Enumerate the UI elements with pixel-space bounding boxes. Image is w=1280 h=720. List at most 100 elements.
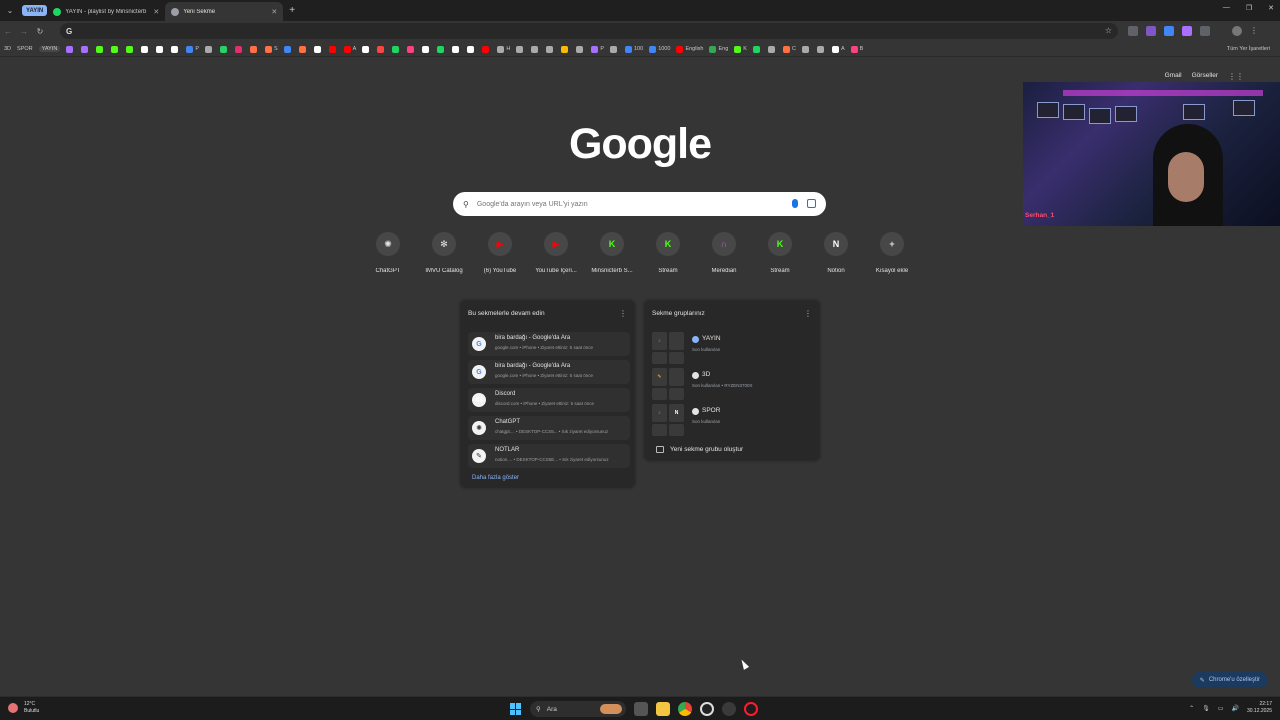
bookmark-item[interactable] [752,45,762,53]
extension-icon[interactable] [1128,26,1138,36]
bookmark-item[interactable] [546,45,555,53]
bookmark-item[interactable] [111,45,120,53]
bookmark-item[interactable] [516,45,525,53]
bookmark-item[interactable] [407,45,416,53]
tab-group-chip[interactable]: YAYIN [22,5,48,16]
bookmark-item[interactable] [437,45,446,53]
chrome-icon[interactable] [678,702,692,716]
minimize-icon[interactable]: — [1223,4,1230,12]
address-bar[interactable]: G ☆ [60,23,1118,39]
bookmark-item[interactable]: A [831,45,845,53]
tab-group-row[interactable]: ♪ YAYIN Son kullanılan [652,332,816,364]
menu-dots-icon[interactable]: ⋮ [1250,26,1260,36]
shortcut-tile[interactable]: ▶ YouTube İçeri... [528,232,584,274]
microphone-icon[interactable]: 🎙 [1202,705,1210,712]
file-explorer-icon[interactable] [656,702,670,716]
bookmark-item[interactable] [422,45,431,53]
bookmark-item[interactable] [392,45,401,53]
bookmark-item[interactable]: K [734,45,747,53]
bookmark-item[interactable]: 100 [625,45,643,53]
shortcut-tile[interactable]: ∩ Meredian [696,232,752,274]
bookmark-item[interactable] [452,45,461,53]
bookmark-item[interactable] [298,45,308,53]
shortcut-tile[interactable]: ✻ IMVU Catalog [416,232,472,274]
bookmark-star-icon[interactable]: ☆ [1105,26,1112,35]
bookmark-item[interactable]: 1000 [649,45,670,53]
bookmark-item[interactable]: S [265,45,278,53]
bookmark-item[interactable] [141,45,150,53]
shortcut-tile[interactable]: ▶ (6) YouTube [472,232,528,274]
recent-tab-row[interactable]: Gbira bardağı - Google'da Ara google.com … [468,360,630,384]
shortcut-tile[interactable]: K Stream [640,232,696,274]
recent-tab-row[interactable]: 43 Discord discord.com • iPhone • Ziyaret … [468,388,630,412]
bookmark-item[interactable] [283,45,293,53]
bookmark-item[interactable] [482,45,491,53]
bookmark-item[interactable]: P [186,45,199,53]
tab-group-row[interactable]: ✎ 3D Son kullanılan • RYZEN3700X [652,368,816,400]
bookmark-item[interactable] [126,45,135,53]
bookmark-item[interactable] [313,45,323,53]
task-view-icon[interactable] [634,702,648,716]
bookmark-item[interactable]: B [850,45,863,53]
bookmark-item[interactable] [156,45,165,53]
bookmark-item[interactable] [377,45,386,53]
bookmark-item[interactable]: H [497,45,510,53]
reload-icon[interactable]: ↻ [32,27,48,36]
bookmark-item[interactable] [220,45,229,53]
volume-icon[interactable]: 🔊 [1231,705,1238,712]
extension-icon[interactable] [1164,26,1174,36]
windows-start-icon[interactable] [510,703,522,715]
bookmark-item[interactable]: P [591,45,604,53]
close-icon[interactable]: ✕ [271,8,277,16]
bookmark-item[interactable] [171,45,180,53]
bookmark-item[interactable]: A [343,45,356,53]
new-tab-group-button[interactable]: Yeni sekme grubu oluştur [656,446,743,453]
recent-tab-row[interactable]: Gbira bardağı - Google'da Ara google.com … [468,332,630,356]
profile-avatar[interactable] [1232,26,1242,36]
close-icon[interactable]: ✕ [153,8,159,16]
chevron-up-icon[interactable]: ⌃ [1189,705,1194,712]
bookmark-item[interactable] [576,45,585,53]
tab-search-icon[interactable]: ⌄ [0,0,20,21]
bookmark-item[interactable] [801,45,811,53]
images-link[interactable]: Görseller [1192,72,1218,79]
obs-icon[interactable] [700,702,714,716]
back-icon[interactable]: ← [0,27,16,36]
bookmark-item[interactable] [816,45,826,53]
forward-icon[interactable]: → [16,27,32,36]
google-apps-icon[interactable]: ⋮⋮ [1228,72,1244,81]
recent-tab-row[interactable]: ✺ ChatGPT chatgpt.... • DESKTOP-CCS5... • … [468,416,630,440]
shortcut-tile[interactable]: ✺ ChatGPT [360,232,416,274]
bookmark-folder-3d[interactable]: 3D [4,46,11,52]
extension-icon[interactable] [1182,26,1192,36]
extension-icon[interactable] [1146,26,1156,36]
bookmark-item[interactable] [250,45,259,53]
weather-widget[interactable]: 12°C Bulutlu [8,701,39,715]
bookmark-item[interactable] [81,45,90,53]
bookmark-item[interactable] [328,45,338,53]
microphone-icon[interactable] [792,199,798,208]
shortcut-tile[interactable]: N Notion [808,232,864,274]
bookmark-item[interactable]: C [782,45,796,53]
show-more-link[interactable]: Daha fazla göster [472,475,519,481]
restore-icon[interactable]: ❐ [1246,4,1252,12]
search-box[interactable]: ⚲ Google'da arayın veya URL'yi yazın [453,192,826,216]
shortcut-tile[interactable]: K Minsnicterb S... [584,232,640,274]
clock[interactable]: 22:17 30.12.2025 [1247,701,1272,715]
gmail-link[interactable]: Gmail [1165,72,1182,79]
bookmark-folder-yayin[interactable]: YAYIN [38,46,61,52]
bookmark-folder-spor[interactable]: SPOR [17,46,33,52]
bookmark-item[interactable] [561,45,570,53]
bookmark-item[interactable] [235,45,244,53]
close-window-icon[interactable]: ✕ [1268,4,1274,12]
more-options-icon[interactable]: ⋮ [619,309,627,318]
shortcut-tile[interactable]: K Stream [752,232,808,274]
bookmark-item[interactable] [610,45,619,53]
network-icon[interactable]: ▭ [1218,705,1224,712]
customize-chrome-button[interactable]: ✎ Chrome'u özelleştir [1191,672,1268,688]
bookmark-item[interactable] [531,45,540,53]
tab-group-row[interactable]: ♪ N SPOR Son kullanılan [652,404,816,436]
opera-icon[interactable] [744,702,758,716]
steam-icon[interactable] [722,702,736,716]
new-tab-button[interactable]: + [289,5,295,16]
